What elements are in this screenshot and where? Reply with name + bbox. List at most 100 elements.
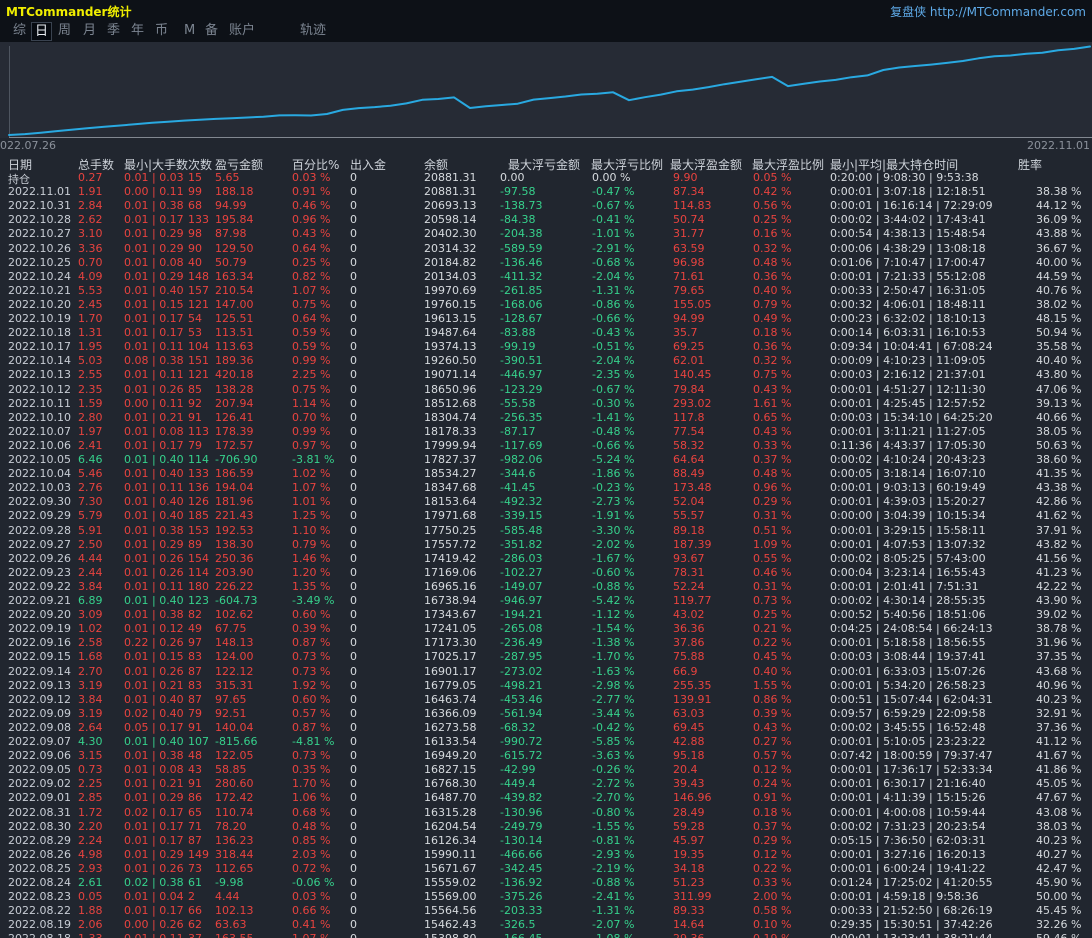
cell-pnl: 94.99 bbox=[215, 199, 247, 212]
menu-tab-trajectory[interactable]: 轨迹 bbox=[297, 22, 329, 39]
cell-trade-count: 48 bbox=[188, 749, 202, 762]
cell-date: 2022.10.06 bbox=[8, 439, 71, 452]
cell-pnl: 203.90 bbox=[215, 566, 254, 579]
cell-pnl-percent: 0.91 % bbox=[292, 185, 330, 198]
menu-tab-6[interactable]: 币 bbox=[152, 22, 171, 39]
cell-deposit-withdraw: 0 bbox=[350, 495, 357, 508]
cell-date: 2022.08.24 bbox=[8, 876, 71, 889]
cell-trade-count: 79 bbox=[188, 707, 202, 720]
cell-pnl: 5.65 bbox=[215, 171, 240, 184]
cell-max-float-loss: -466.66 bbox=[500, 848, 542, 861]
cell-max-float-profit-pct: 1.61 % bbox=[753, 397, 791, 410]
cell-win-rate: 41.35 % bbox=[1036, 467, 1081, 480]
cell-max-float-loss-pct: -0.42 % bbox=[592, 721, 634, 734]
cell-pnl-percent: 1.07 % bbox=[292, 932, 330, 938]
cell-trade-count: 107 bbox=[188, 735, 209, 748]
cell-max-float-loss-pct: -0.47 % bbox=[592, 185, 634, 198]
cell-date: 2022.10.10 bbox=[8, 411, 71, 424]
cell-date: 2022.11.01 bbox=[8, 185, 71, 198]
cell-max-float-loss: -42.99 bbox=[500, 763, 535, 776]
cell-hold-times: 0:00:01 | 5:18:58 | 18:56:55 bbox=[830, 636, 986, 649]
cell-total-lots: 6.46 bbox=[78, 453, 103, 466]
cell-balance: 19970.69 bbox=[424, 284, 477, 297]
cell-date: 2022.10.24 bbox=[8, 270, 71, 283]
cell-max-float-loss-pct: -0.67 % bbox=[592, 199, 634, 212]
vendor-link[interactable]: 复盘侠 http://MTCommander.com bbox=[890, 3, 1086, 20]
cell-min-max-lots: 0.01 | 0.17 bbox=[124, 439, 184, 452]
cell-deposit-withdraw: 0 bbox=[350, 890, 357, 903]
cell-date: 2022.10.18 bbox=[8, 326, 71, 339]
cell-win-rate: 38.38 % bbox=[1036, 185, 1081, 198]
cell-deposit-withdraw: 0 bbox=[350, 707, 357, 720]
cell-win-rate: 38.60 % bbox=[1036, 453, 1081, 466]
cell-trade-count: 99 bbox=[188, 185, 202, 198]
cell-trade-count: 153 bbox=[188, 524, 209, 537]
cell-hold-times: 0:00:32 | 4:06:01 | 18:48:11 bbox=[830, 298, 986, 311]
menu-tab-9[interactable]: 账户 bbox=[226, 22, 258, 39]
cell-total-lots: 2.61 bbox=[78, 876, 103, 889]
menu-tab-8[interactable]: 备 bbox=[202, 22, 221, 39]
cell-win-rate: 43.80 % bbox=[1036, 368, 1081, 381]
cell-win-rate: 40.23 % bbox=[1036, 693, 1081, 706]
cell-date: 2022.08.26 bbox=[8, 848, 71, 861]
cell-max-float-profit-pct: 0.12 % bbox=[753, 848, 791, 861]
cell-hold-times: 0:00:01 | 7:21:33 | 55:12:08 bbox=[830, 270, 986, 283]
menu-tab-3[interactable]: 月 bbox=[80, 22, 99, 39]
cell-total-lots: 3.09 bbox=[78, 608, 103, 621]
cell-deposit-withdraw: 0 bbox=[350, 566, 357, 579]
cell-deposit-withdraw: 0 bbox=[350, 552, 357, 565]
cell-max-float-loss-pct: -2.02 % bbox=[592, 538, 634, 551]
cell-max-float-loss-pct: -1.12 % bbox=[592, 608, 634, 621]
cell-total-lots: 2.41 bbox=[78, 439, 103, 452]
cell-max-float-profit: 93.67 bbox=[673, 552, 705, 565]
cell-win-rate: 50.63 % bbox=[1036, 439, 1081, 452]
cell-max-float-profit: 77.54 bbox=[673, 425, 705, 438]
cell-pnl: 280.60 bbox=[215, 777, 254, 790]
menu-tab-4[interactable]: 季 bbox=[104, 22, 123, 39]
cell-max-float-loss-pct: -2.19 % bbox=[592, 862, 634, 875]
cell-pnl-percent: 0.60 % bbox=[292, 608, 330, 621]
cell-date: 2022.10.19 bbox=[8, 312, 71, 325]
cell-total-lots: 0.70 bbox=[78, 256, 103, 269]
cell-max-float-loss-pct: -2.41 % bbox=[592, 890, 634, 903]
menu-tab-2[interactable]: 周 bbox=[55, 22, 74, 39]
cell-max-float-loss-pct: 0.00 % bbox=[592, 171, 630, 184]
cell-total-lots: 3.84 bbox=[78, 580, 103, 593]
menu-tab-5[interactable]: 年 bbox=[128, 22, 147, 39]
cell-date: 2022.09.23 bbox=[8, 566, 71, 579]
cell-max-float-profit-pct: 0.36 % bbox=[753, 340, 791, 353]
cell-deposit-withdraw: 0 bbox=[350, 679, 357, 692]
cell-max-float-profit-pct: 0.43 % bbox=[753, 721, 791, 734]
cell-hold-times: 0:00:54 | 4:38:13 | 15:48:54 bbox=[830, 227, 986, 240]
menu-tab-0[interactable]: 综 bbox=[10, 22, 29, 39]
cell-hold-times: 0:00:00 | 3:04:39 | 10:15:34 bbox=[830, 509, 986, 522]
cell-balance: 18534.27 bbox=[424, 467, 477, 480]
cell-date: 2022.09.22 bbox=[8, 580, 71, 593]
cell-max-float-profit-pct: 0.05 % bbox=[753, 171, 791, 184]
cell-date: 2022.09.19 bbox=[8, 622, 71, 635]
cell-pnl-percent: 1.02 % bbox=[292, 467, 330, 480]
cell-trade-count: 136 bbox=[188, 481, 209, 494]
cell-hold-times: 0:00:02 | 8:05:25 | 57:43:00 bbox=[830, 552, 986, 565]
cell-pnl-percent: 0.75 % bbox=[292, 383, 330, 396]
cell-max-float-loss-pct: -2.91 % bbox=[592, 242, 634, 255]
menu-tab-7[interactable]: M bbox=[181, 22, 198, 39]
cell-max-float-loss: -84.38 bbox=[500, 213, 535, 226]
menu-tab-1[interactable]: 日 bbox=[31, 22, 52, 41]
cell-win-rate: 40.76 % bbox=[1036, 284, 1081, 297]
cell-pnl-percent: 0.43 % bbox=[292, 227, 330, 240]
cell-pnl-percent: -0.06 % bbox=[292, 876, 334, 889]
table-row: 2022.08.302.200.01 | 0.177178.200.48 %01… bbox=[0, 820, 1092, 834]
cell-max-float-profit: 89.33 bbox=[673, 904, 705, 917]
cell-deposit-withdraw: 0 bbox=[350, 904, 357, 917]
cell-pnl: -706.90 bbox=[215, 453, 257, 466]
cell-max-float-loss-pct: -3.30 % bbox=[592, 524, 634, 537]
cell-total-lots: 1.91 bbox=[78, 185, 103, 198]
cell-total-lots: 1.72 bbox=[78, 806, 103, 819]
cell-min-max-lots: 0.00 | 0.11 bbox=[124, 185, 184, 198]
cell-max-float-profit-pct: 0.37 % bbox=[753, 453, 791, 466]
cell-min-max-lots: 0.01 | 0.29 bbox=[124, 848, 184, 861]
cell-hold-times: 0:05:15 | 7:36:50 | 62:03:31 bbox=[830, 834, 986, 847]
cell-balance: 16273.58 bbox=[424, 721, 477, 734]
cell-max-float-loss: -344.6 bbox=[500, 467, 535, 480]
